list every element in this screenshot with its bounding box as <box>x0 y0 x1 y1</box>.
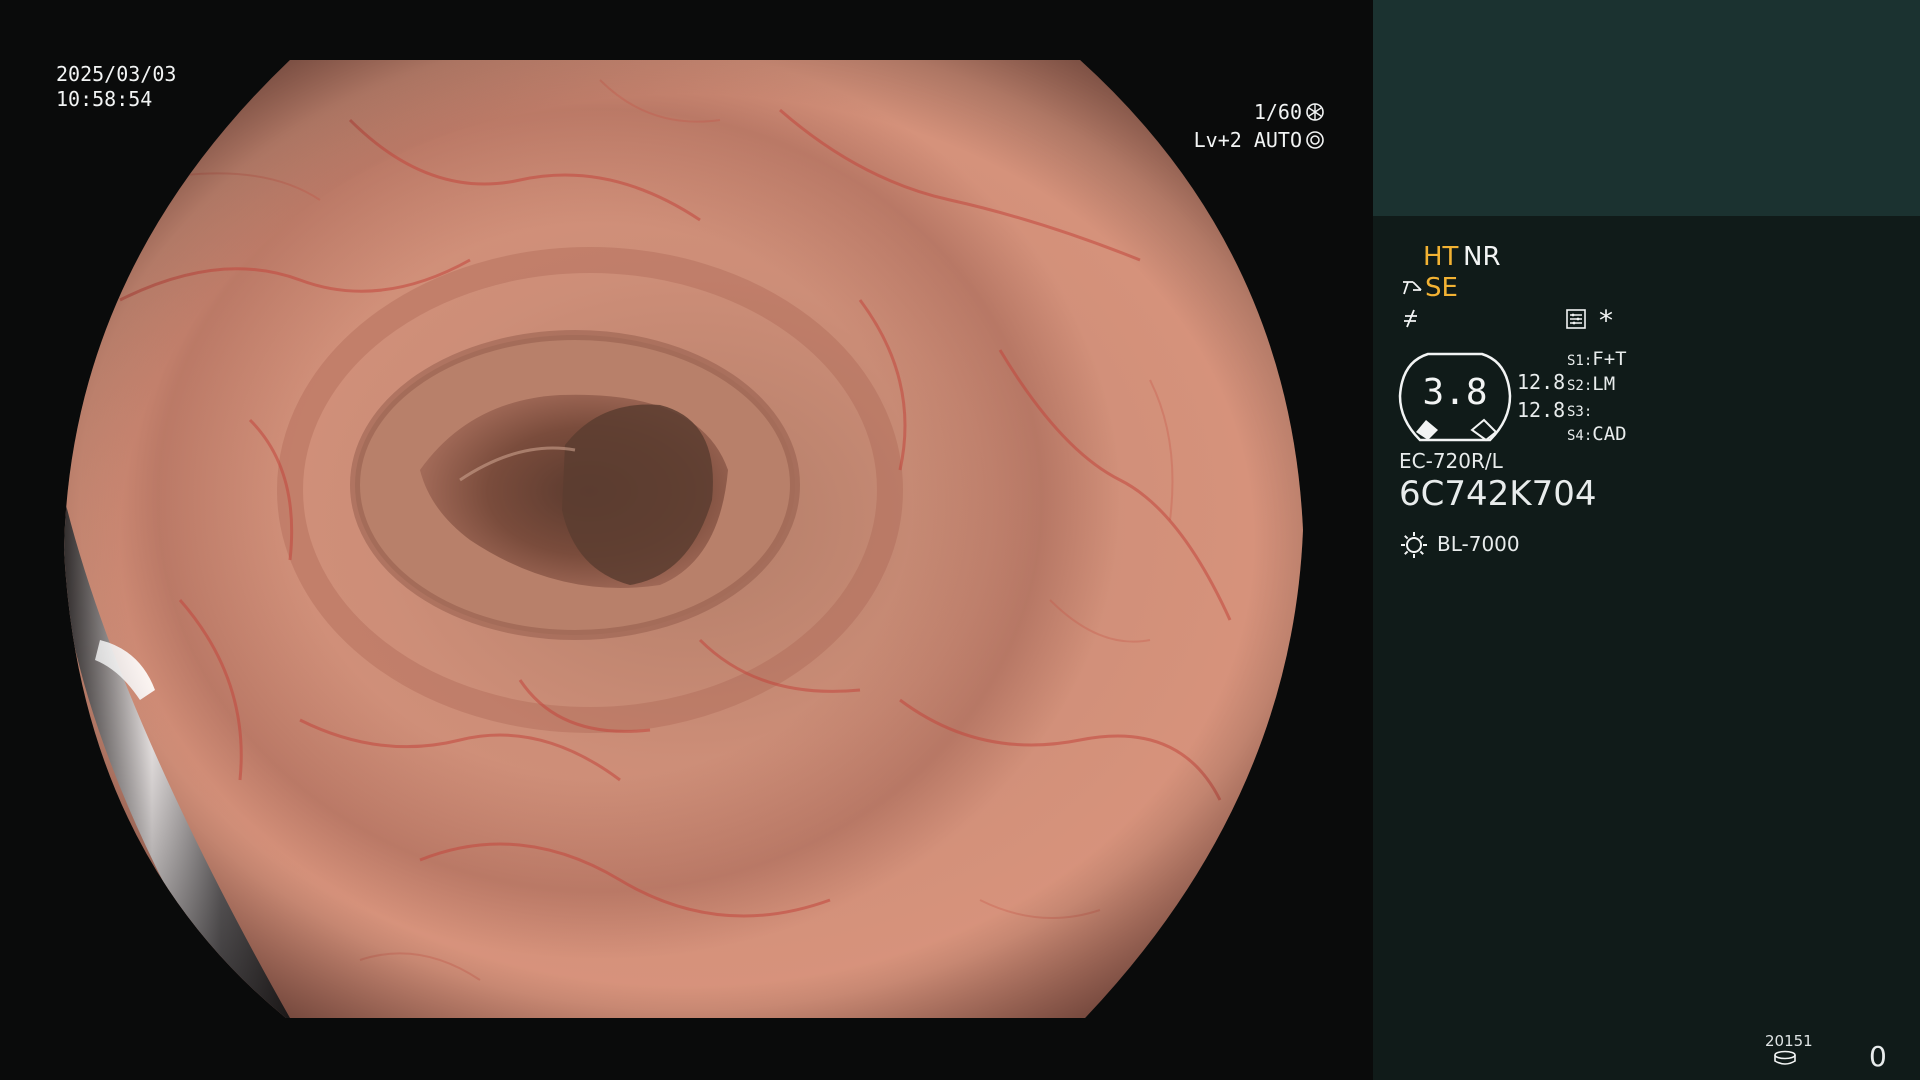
brightness-level-text: Lv+2 AUTO <box>1193 127 1302 152</box>
endoscope-video-area: 2025/03/03 10:58:54 1/60 Lv+2 AUTO <box>0 0 1373 1080</box>
switch-key: S3: <box>1567 404 1593 420</box>
switch-s1: S1:F+T <box>1567 348 1627 370</box>
se-mode-label: SE <box>1425 273 1458 303</box>
nr-mode-label: NR <box>1463 242 1501 272</box>
endoscope-image <box>64 60 1303 1018</box>
switch-value: LM <box>1592 373 1616 395</box>
info-side-panel: HT NR SE * 3.8 12.8 12.8 S1:F+T S2:LM S3… <box>1373 0 1920 1080</box>
ht-mode-label: HT <box>1423 242 1459 272</box>
exposure-overlay: 1/60 Lv+2 AUTO <box>1194 98 1325 154</box>
date-text: 2025/03/03 <box>56 62 177 86</box>
settings-list-icon <box>1566 309 1586 329</box>
light-source-label: BL-7000 <box>1437 532 1520 556</box>
enhancement-value-2: 12.8 <box>1517 398 1566 422</box>
storage-disk-icon <box>1774 1050 1796 1065</box>
datetime-overlay: 2025/03/03 10:58:54 <box>56 62 176 112</box>
status-panel: HT NR SE * 3.8 12.8 12.8 S1:F+T S2:LM S3… <box>1373 0 1920 1080</box>
structure-enhancement-icon <box>1403 281 1422 295</box>
asterisk-indicator: * <box>1599 304 1613 337</box>
switch-s2: S2:LM <box>1567 373 1615 395</box>
switch-key: S4: <box>1567 428 1593 444</box>
switch-value: F+T <box>1592 348 1627 370</box>
capture-count: 0 <box>1869 1040 1887 1073</box>
shutter-speed-text: 1/60 <box>1253 99 1302 124</box>
switch-s4: S4:CAD <box>1567 423 1627 445</box>
zoom-value: 3.8 <box>1422 372 1488 413</box>
enhancement-value-1: 12.8 <box>1517 370 1566 394</box>
light-source-icon <box>1401 532 1427 558</box>
switch-key: S2: <box>1567 378 1593 394</box>
scope-serial: 6C742K704 <box>1399 474 1597 514</box>
iris-icon <box>1306 131 1324 149</box>
scope-model: EC-720R/L <box>1399 449 1503 473</box>
time-text: 10:58:54 <box>56 87 153 111</box>
switch-s3: S3: <box>1567 399 1592 421</box>
edge-enhancement-icon <box>1404 309 1417 328</box>
image-counter: 20151 <box>1765 1032 1813 1050</box>
aperture-icon <box>1306 103 1324 121</box>
switch-key: S1: <box>1567 353 1593 369</box>
switch-value: CAD <box>1592 423 1627 445</box>
